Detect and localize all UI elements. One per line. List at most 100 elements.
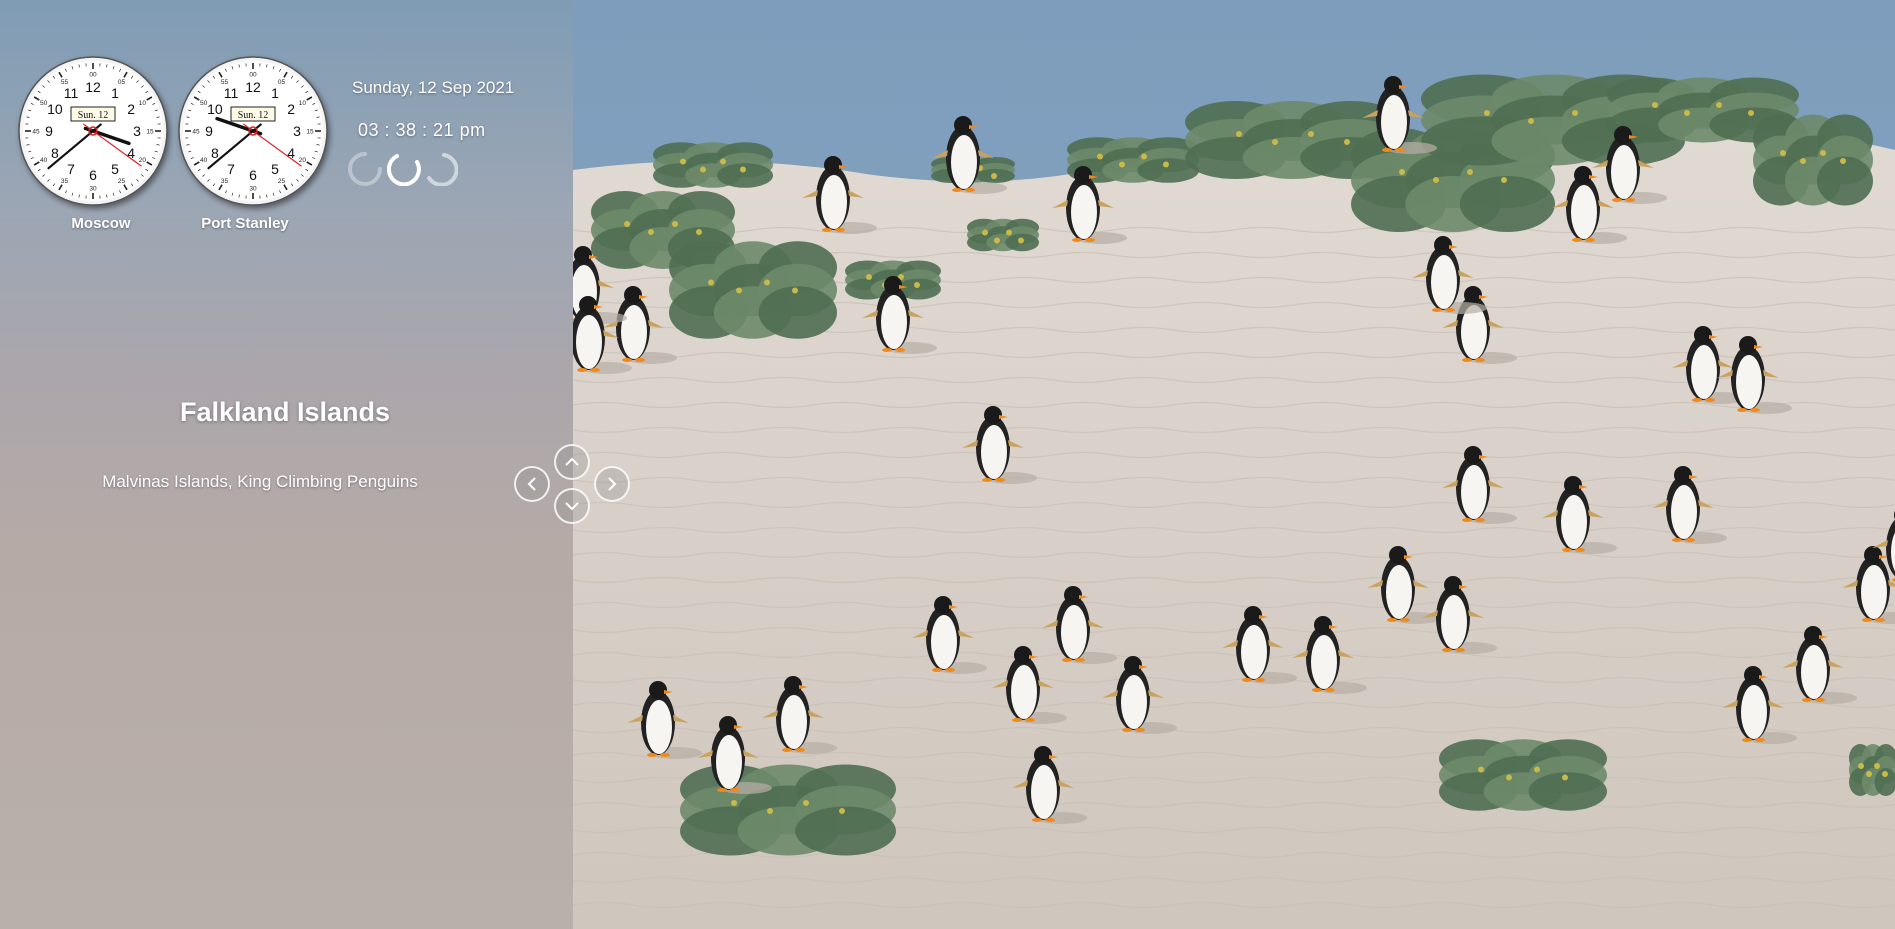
time-display: 03 : 38 : 21 pm (358, 120, 486, 140)
clock-minute-number: 10 (139, 100, 147, 107)
penguin-foot (1432, 308, 1442, 312)
clock-hour-number: 2 (127, 101, 135, 117)
penguin-belly (1571, 185, 1597, 239)
clock-minute-number: 45 (192, 129, 200, 136)
nav-right-button[interactable] (594, 466, 630, 502)
shrub-flower (994, 237, 1000, 244)
clock-hour-number: 11 (224, 85, 239, 101)
penguin-foot (1672, 538, 1682, 542)
shrub-flower (731, 800, 737, 806)
shrub-flower (1308, 131, 1314, 137)
background-photo (573, 0, 1895, 929)
penguin-foot (965, 188, 975, 192)
chevron-down-icon (565, 502, 579, 511)
penguin-belly (1431, 255, 1457, 309)
penguin-belly (1801, 645, 1827, 699)
penguin-head (1014, 646, 1032, 664)
penguin-head (624, 286, 642, 304)
penguin-head (1034, 746, 1052, 764)
clock-hour-number: 10 (47, 101, 63, 117)
penguin-foot (1442, 648, 1452, 652)
shrub-leaf-cluster (1817, 156, 1873, 206)
nav-up-button[interactable] (554, 444, 590, 480)
penguin-belly (646, 700, 672, 754)
chevron-up-icon (565, 457, 579, 466)
penguin-foot (795, 748, 805, 752)
penguin-foot (945, 668, 955, 672)
clock-hour-number: 1 (111, 85, 119, 101)
shrub-flower (991, 173, 997, 179)
clock-moscow: 00 05 10 15 20 25 30 35 40 45 50 55 12 1 2 3 4 5 6 7 8 9 10 11 S… (17, 55, 169, 207)
penguin-foot (1395, 148, 1405, 152)
penguin-foot (1455, 648, 1465, 652)
penguin-foot (1475, 358, 1485, 362)
clock-hour-number: 11 (64, 85, 79, 101)
clock-hour-number: 9 (205, 123, 213, 139)
penguin-foot (1572, 238, 1582, 242)
penguin-belly (1121, 675, 1147, 729)
penguin-head (1389, 546, 1407, 564)
date-display: Sunday, 12 Sep 2021 (352, 78, 515, 97)
penguin-foot (1612, 198, 1622, 202)
shrub-flower (792, 287, 798, 294)
penguin-head (1464, 446, 1482, 464)
penguin-head (784, 676, 802, 694)
clock-hour-number: 9 (45, 123, 53, 139)
penguin-belly (1061, 605, 1087, 659)
shrub-flower (1562, 774, 1568, 781)
penguin-foot (782, 748, 792, 752)
penguin-head (1739, 336, 1757, 354)
clock-minute-number: 00 (89, 72, 97, 79)
clock-minute-number: 20 (299, 157, 307, 164)
penguin-belly (1311, 635, 1337, 689)
nav-left-button[interactable] (514, 466, 550, 502)
penguin-foot (1025, 718, 1035, 722)
penguin-foot (1400, 618, 1410, 622)
clock-hour-number: 10 (207, 101, 223, 117)
clock-minute-number: 15 (306, 129, 314, 136)
seconds-spinner (387, 154, 421, 186)
location-subtitle: Malvinas Islands, King Climbing Penguins (102, 472, 418, 491)
shrub-flower (1748, 110, 1754, 116)
penguin-foot (1742, 738, 1752, 742)
date-window-text: Sun. 12 (238, 110, 269, 121)
shrub-flower (866, 274, 872, 280)
clock-hour-number: 2 (287, 101, 295, 117)
clock-center-dot (91, 129, 95, 133)
clock-hour-number: 5 (111, 161, 119, 177)
penguin-belly (1861, 565, 1887, 619)
penguin-foot (1242, 678, 1252, 682)
clock-hour-number: 8 (51, 145, 59, 161)
shrub-flower (982, 229, 988, 236)
penguin-foot (1012, 718, 1022, 722)
penguin-foot (1705, 398, 1715, 402)
clock-minute-number: 35 (221, 178, 229, 185)
nav-down-button[interactable] (554, 488, 590, 524)
penguin-foot (1862, 618, 1872, 622)
shrub-flower (700, 166, 706, 173)
penguin-belly (1691, 345, 1717, 399)
penguin-foot (1255, 678, 1265, 682)
penguin-head (1464, 286, 1482, 304)
penguin-belly (951, 135, 977, 189)
clock-minute-number: 45 (32, 129, 40, 136)
penguin-foot (982, 478, 992, 482)
penguin-foot (1692, 398, 1702, 402)
penguin-foot (1312, 688, 1322, 692)
penguin-foot (1445, 308, 1455, 312)
penguin-foot (882, 348, 892, 352)
shrub-flower (740, 166, 746, 173)
clock-hour-number: 1 (271, 85, 279, 101)
penguin-belly (1011, 665, 1037, 719)
penguin-belly (621, 305, 647, 359)
penguin-foot (1625, 198, 1635, 202)
penguin-head (1574, 166, 1592, 184)
shrub-flower (1528, 118, 1534, 124)
penguin-belly (1031, 765, 1057, 819)
clock-city-label: Moscow (71, 215, 131, 232)
shrub-flower (1684, 110, 1690, 116)
penguin-head (934, 596, 952, 614)
penguin-foot (635, 358, 645, 362)
penguin-foot (1562, 548, 1572, 552)
shrub-flower (1716, 102, 1722, 108)
